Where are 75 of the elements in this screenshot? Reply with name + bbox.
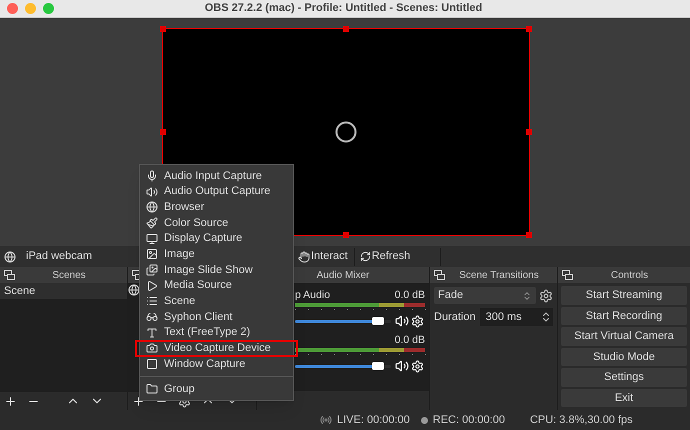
- resize-handle[interactable]: [526, 232, 532, 238]
- broadcast-icon: [320, 414, 332, 426]
- hand-icon: [298, 250, 310, 262]
- microphone-icon: [146, 170, 158, 182]
- chevron-icon: [522, 290, 532, 300]
- speaker-icon[interactable]: [395, 314, 409, 328]
- add-icon[interactable]: [132, 394, 145, 408]
- control-button[interactable]: Exit: [561, 388, 687, 407]
- menu-item[interactable]: Audio Output Capture: [140, 184, 293, 200]
- menu-item[interactable]: Text (FreeType 2): [140, 324, 293, 341]
- control-button[interactable]: Start Streaming: [561, 286, 687, 304]
- transition-select[interactable]: Fade: [434, 287, 536, 304]
- menu-item[interactable]: Window Capture: [140, 356, 293, 372]
- menu-item[interactable]: Image: [140, 246, 293, 262]
- menu-item[interactable]: Group: [140, 380, 293, 397]
- dock-title: Audio Mixer: [316, 268, 370, 282]
- menu-item[interactable]: Color Source: [140, 215, 293, 231]
- menu-item[interactable]: Browser: [140, 199, 293, 216]
- volume-reading: 0.0 dB: [394, 334, 425, 346]
- volume-slider[interactable]: [295, 317, 391, 325]
- control-button[interactable]: Start Virtual Camera: [561, 327, 687, 346]
- settings-icon[interactable]: [539, 288, 553, 302]
- resize-handle[interactable]: [526, 26, 532, 32]
- volume-slider[interactable]: [295, 362, 391, 370]
- square-icon: [146, 358, 158, 370]
- dock-title: Controls: [610, 268, 650, 282]
- live-time: LIVE: 00:00:00: [337, 412, 410, 428]
- add-icon[interactable]: [4, 394, 17, 408]
- menu-item[interactable]: Scene: [140, 294, 293, 310]
- duration-field[interactable]: 300 ms: [480, 308, 553, 326]
- image-icon: [146, 248, 158, 260]
- dock-title: Scene Transitions: [458, 268, 540, 282]
- speaker-icon: [146, 186, 158, 198]
- duration-label: Duration: [434, 310, 476, 325]
- resize-handle[interactable]: [160, 128, 166, 134]
- refresh-button[interactable]: Refresh: [354, 248, 441, 266]
- resize-handle[interactable]: [526, 128, 532, 134]
- loading-spinner-icon: [335, 121, 357, 143]
- menu-item[interactable]: Display Capture: [140, 230, 293, 246]
- stepper-icon: [540, 311, 552, 323]
- resize-handle[interactable]: [160, 26, 166, 32]
- rec-time: REC: 00:00:00: [432, 412, 505, 428]
- paintbrush-icon: [146, 216, 158, 229]
- window-title: OBS 27.2.2 (mac) - Profile: Untitled - Scenes: Untitled: [204, 1, 484, 16]
- menu-item[interactable]: Audio Input Capture: [140, 168, 293, 184]
- play-icon: [146, 280, 158, 292]
- globe-icon: [128, 284, 140, 296]
- menu-item[interactable]: Image Slide Show: [140, 262, 293, 278]
- resize-handle[interactable]: [342, 26, 348, 32]
- monitor-icon: [146, 232, 158, 245]
- menu-item[interactable]: Video Capture Device: [136, 340, 297, 356]
- camera-icon: [146, 342, 158, 354]
- dock-icon[interactable]: [4, 270, 15, 280]
- resize-handle[interactable]: [342, 232, 348, 238]
- cpu-stats: CPU: 3.8%,30.00 fps: [530, 412, 633, 428]
- scene-item[interactable]: Scene: [0, 283, 127, 299]
- globe-icon: [146, 201, 158, 214]
- refresh-icon: [360, 251, 371, 262]
- text-icon: [146, 326, 158, 339]
- menu-item[interactable]: Media Source: [140, 278, 293, 294]
- volume-reading: 0.0 dB: [394, 289, 425, 301]
- speaker-icon[interactable]: [395, 359, 409, 373]
- dock-icon[interactable]: [562, 270, 573, 280]
- folder-icon: [146, 382, 158, 395]
- globe-icon: [4, 250, 16, 262]
- images-icon: [146, 264, 158, 276]
- channel-name: p Audio: [295, 289, 330, 301]
- control-button[interactable]: Studio Mode: [561, 348, 687, 366]
- control-button[interactable]: Settings: [561, 368, 687, 386]
- dock-title: Scenes: [51, 268, 87, 282]
- dock-icon[interactable]: [434, 270, 445, 280]
- glasses-icon: [146, 311, 158, 324]
- control-button[interactable]: Start Recording: [561, 306, 687, 325]
- source-name: iPad webcam: [26, 249, 92, 264]
- menu-item[interactable]: Syphon Client: [140, 309, 293, 325]
